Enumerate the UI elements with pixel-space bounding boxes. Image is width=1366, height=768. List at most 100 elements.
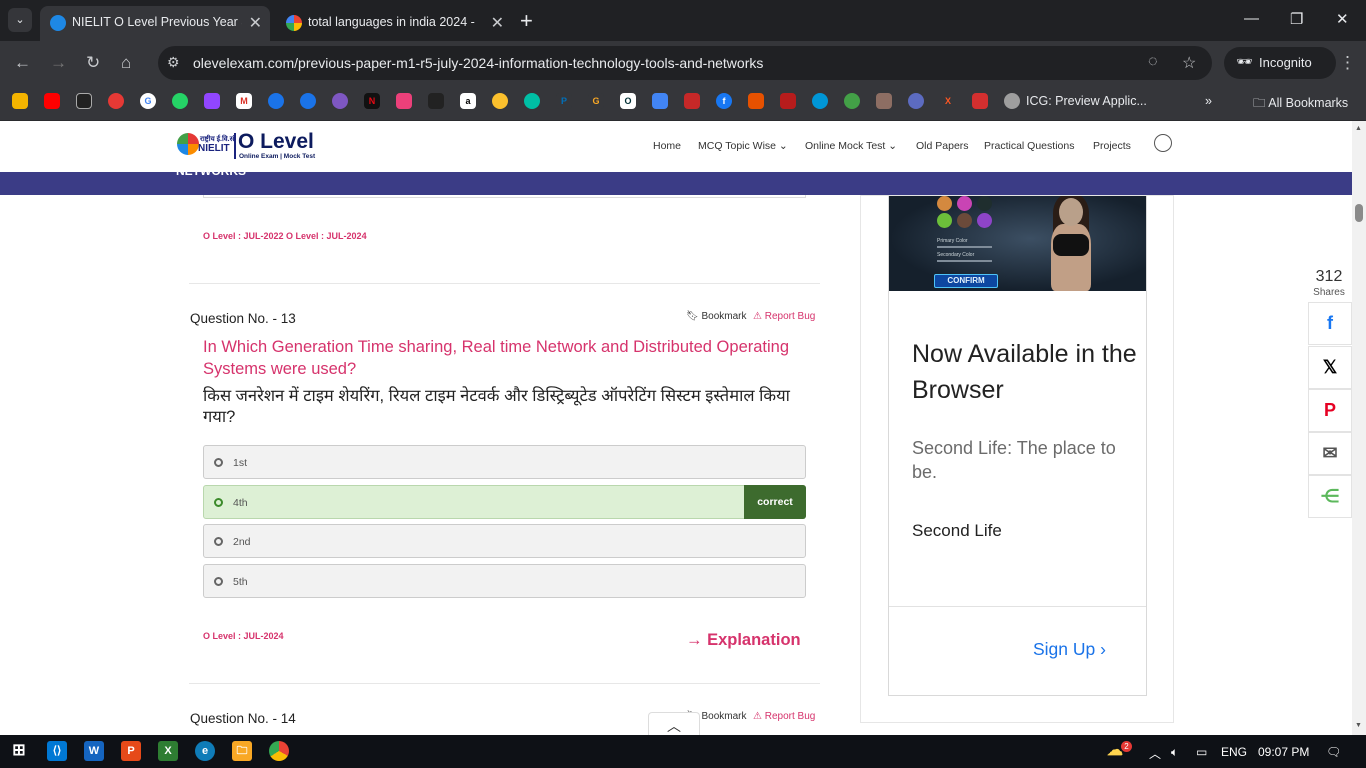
ad-title[interactable]: Now Available in the Browser: [912, 336, 1137, 408]
facebook-icon[interactable]: f: [716, 93, 732, 109]
bookmark-icon[interactable]: [492, 93, 508, 109]
language-indicator[interactable]: ENG: [1221, 745, 1247, 759]
home-icon[interactable]: ⌂: [121, 53, 131, 73]
back-icon[interactable]: ←: [14, 53, 31, 73]
windows-start-icon[interactable]: ⊞: [9, 741, 29, 761]
page-scrollbar[interactable]: ▲ ▼: [1352, 121, 1366, 735]
new-tab-button[interactable]: +: [520, 8, 533, 34]
menu-icon[interactable]: ⋮: [1339, 53, 1356, 73]
forward-icon[interactable]: →: [50, 53, 67, 73]
word-icon[interactable]: W: [84, 741, 104, 761]
excel-icon[interactable]: X: [158, 741, 178, 761]
nav-online-mock-test[interactable]: Online Mock Test ⌄: [805, 140, 897, 152]
bookmark-icg[interactable]: ICG: Preview Applic...: [1026, 94, 1147, 108]
nav-home[interactable]: Home: [653, 140, 681, 152]
exam-tags[interactable]: O Level : JUL-2022 O Level : JUL-2024: [203, 231, 367, 241]
option-1[interactable]: 1st: [203, 445, 806, 479]
gmail-icon[interactable]: M: [236, 93, 252, 109]
star-icon[interactable]: ☆: [1182, 53, 1196, 73]
whatsapp-icon[interactable]: [172, 93, 188, 109]
bookmark-icon[interactable]: [876, 93, 892, 109]
incognito-badge[interactable]: 🕶 Incognito: [1224, 47, 1336, 79]
bookmark-icon[interactable]: [12, 93, 28, 109]
option-2[interactable]: 4th correct: [203, 485, 806, 519]
option-4[interactable]: 5th: [203, 564, 806, 598]
speed-icon[interactable]: [76, 93, 92, 109]
olx-icon[interactable]: O: [620, 93, 636, 109]
chrome-icon[interactable]: [269, 741, 289, 761]
scroll-down-arrow-icon[interactable]: ▼: [1355, 722, 1362, 729]
url-text[interactable]: olevelexam.com/previous-paper-m1-r5-july…: [193, 55, 763, 71]
report-bug-button[interactable]: ⚠ Report Bug: [753, 711, 815, 722]
translate-icon[interactable]: [652, 93, 668, 109]
play-icon[interactable]: [268, 93, 284, 109]
close-tab-icon[interactable]: ✕: [491, 13, 504, 33]
bookmark-icon[interactable]: [396, 93, 412, 109]
bookmark-icon[interactable]: [780, 93, 796, 109]
user-icon[interactable]: [1154, 134, 1172, 152]
report-bug-button[interactable]: ⚠ Report Bug: [753, 311, 815, 322]
option-3[interactable]: 2nd: [203, 524, 806, 558]
logo-title[interactable]: O Level: [238, 130, 314, 154]
play-icon[interactable]: [300, 93, 316, 109]
edge-icon[interactable]: e: [195, 741, 215, 761]
restore-icon[interactable]: ❐: [1290, 10, 1303, 28]
site-info-icon[interactable]: ⚙: [167, 54, 180, 71]
scroll-up-chevron-icon[interactable]: ︿: [648, 712, 700, 735]
bookmark-icon[interactable]: [844, 93, 860, 109]
tab-nielit[interactable]: NIELIT O Level Previous Year So ✕: [40, 6, 270, 41]
logo-nielit[interactable]: NIELIT: [198, 143, 230, 154]
youtube-icon[interactable]: [44, 93, 60, 109]
share-icon[interactable]: ⋲: [1308, 475, 1352, 518]
bookmark-icon[interactable]: [748, 93, 764, 109]
network-icon[interactable]: ▭: [1196, 745, 1207, 759]
ad-sign-up-button[interactable]: Sign Up ›: [1033, 639, 1106, 660]
nielit-logo-icon[interactable]: [177, 133, 199, 155]
nav-old-papers[interactable]: Old Papers: [916, 140, 969, 152]
x-share-icon[interactable]: 𝕏: [1308, 346, 1352, 389]
google-icon[interactable]: G: [140, 93, 156, 109]
all-bookmarks[interactable]: 🗀 All Bookmarks: [1253, 94, 1348, 115]
tab-google-search[interactable]: total languages in india 2024 - ✕: [276, 6, 512, 41]
ad-image[interactable]: Primary Color Secondary Color CONFIRM: [889, 196, 1146, 291]
nav-mcq-topic-wise[interactable]: MCQ Topic Wise ⌄: [698, 140, 788, 152]
bookmark-icon[interactable]: [684, 93, 700, 109]
check-icon[interactable]: [524, 93, 540, 109]
hp-icon[interactable]: [812, 93, 828, 109]
powerpoint-icon[interactable]: P: [121, 741, 141, 761]
explanation-link[interactable]: → Explanation: [686, 631, 801, 650]
music-icon[interactable]: [108, 93, 124, 109]
notification-icon[interactable]: 🗨︎: [1326, 745, 1341, 759]
close-window-icon[interactable]: ✕: [1336, 10, 1349, 28]
clock[interactable]: 09:07 PM: [1258, 745, 1309, 759]
scroll-up-arrow-icon[interactable]: ▲: [1355, 125, 1362, 132]
reload-icon[interactable]: ↻: [86, 53, 100, 73]
twitch-icon[interactable]: [204, 93, 220, 109]
advertisement[interactable]: Primary Color Secondary Color CONFIRM No…: [888, 196, 1147, 696]
bookmark-icon[interactable]: [908, 93, 924, 109]
file-explorer-icon[interactable]: 🗀: [232, 741, 252, 761]
netflix-icon[interactable]: N: [364, 93, 380, 109]
nav-projects[interactable]: Projects: [1093, 140, 1131, 152]
ad-confirm-button[interactable]: CONFIRM: [934, 274, 998, 288]
bookmark-icon[interactable]: [332, 93, 348, 109]
exam-tags[interactable]: O Level : JUL-2024: [203, 631, 284, 641]
tab-search-button[interactable]: ⌄: [8, 8, 32, 32]
bookmarks-overflow[interactable]: »: [1205, 94, 1212, 108]
vscode-icon[interactable]: ⟨⟩: [47, 741, 67, 761]
scrollbar-thumb[interactable]: [1355, 204, 1363, 222]
email-share-icon[interactable]: ✉: [1308, 432, 1352, 475]
bookmark-icon[interactable]: G: [588, 93, 604, 109]
volume-icon[interactable]: 🔈︎: [1171, 745, 1178, 760]
eye-off-icon[interactable]: ◌: [1148, 53, 1158, 71]
pinterest-share-icon[interactable]: P: [1308, 389, 1352, 432]
amazon-icon[interactable]: a: [460, 93, 476, 109]
minimize-icon[interactable]: —: [1244, 10, 1259, 27]
address-bar[interactable]: ⚙ olevelexam.com/previous-paper-m1-r5-ju…: [158, 46, 1212, 80]
bookmark-icon[interactable]: X: [940, 93, 956, 109]
bookmark-button[interactable]: 🔖︎ Bookmark: [686, 311, 747, 322]
bookmark-icon[interactable]: [428, 93, 444, 109]
show-hidden-icons-chevron-up-icon[interactable]: ︿: [1149, 745, 1161, 762]
bookmark-icon[interactable]: [972, 93, 988, 109]
facebook-share-icon[interactable]: f: [1308, 302, 1352, 345]
